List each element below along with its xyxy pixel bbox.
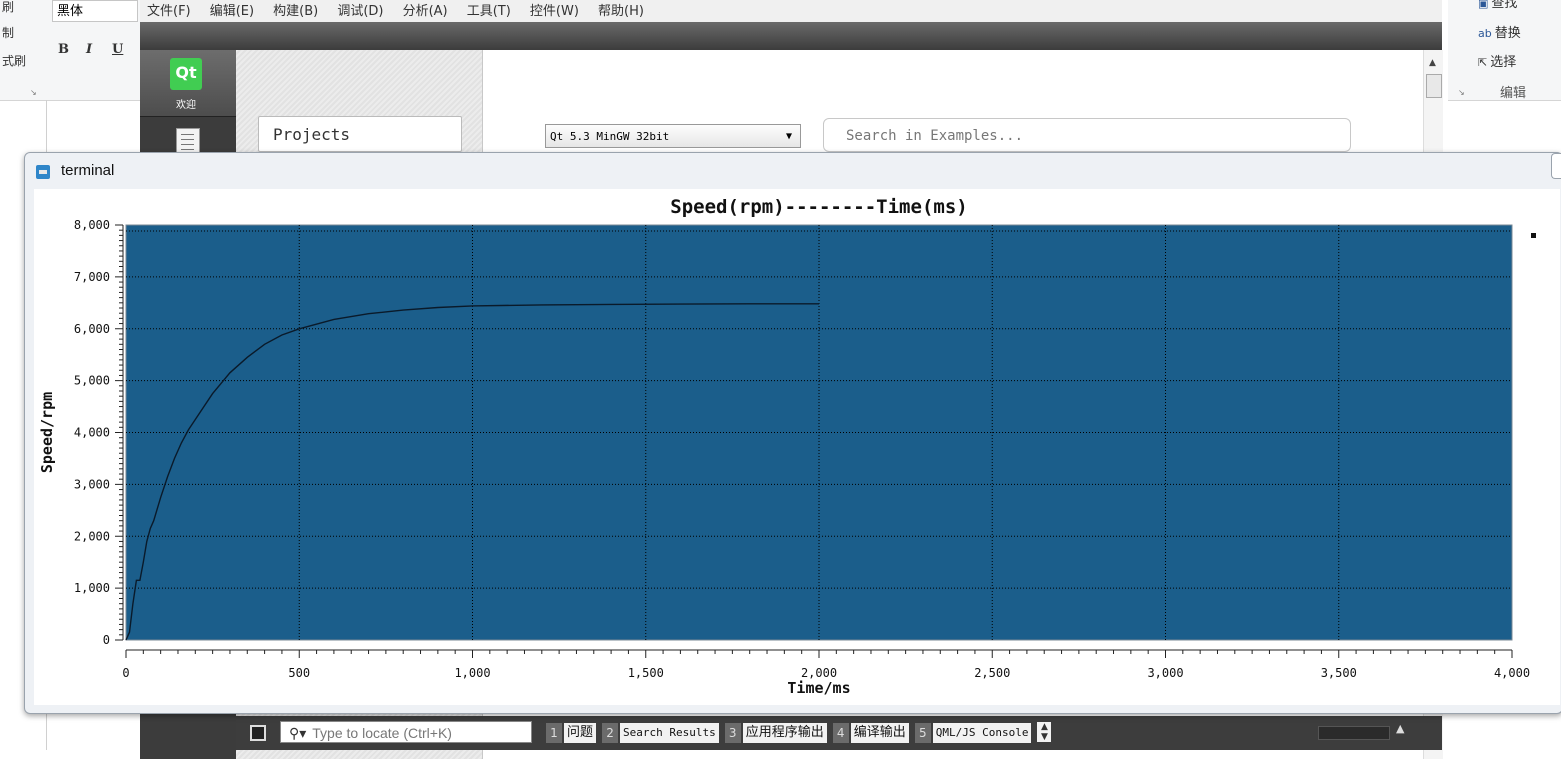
terminal-title: terminal [61, 162, 115, 179]
menu-tools[interactable]: 工具(T) [467, 5, 511, 18]
replace-button[interactable]: ab 替换 [1478, 22, 1521, 41]
select-button[interactable]: ⇱ 选择 [1478, 51, 1516, 70]
qt-toolbar [140, 22, 1442, 50]
menu-edit[interactable]: 编辑(E) [210, 5, 254, 18]
qt-logo-icon: Qt [170, 58, 202, 90]
word-ribbon-left: 刷 制 式刷 黑体 B I U ↘ [0, 0, 140, 101]
terminal-titlebar[interactable]: terminal [25, 153, 1561, 189]
legend-marker [1531, 233, 1536, 238]
menu-debug[interactable]: 调试(D) [337, 5, 383, 18]
underline-button[interactable]: U [112, 42, 123, 57]
chevron-down-icon: ▼ [785, 131, 792, 142]
projects-button[interactable]: Projects [258, 116, 462, 152]
output-tab-app-output[interactable]: 3 应用程序输出 [724, 722, 827, 744]
x-tick-label: 0 [122, 666, 129, 680]
format-painter-label[interactable]: 式刷 [2, 52, 26, 69]
menu-window[interactable]: 控件(W) [530, 5, 579, 18]
y-axis-label: Speed/rpm [38, 392, 56, 473]
y-tick-label: 0 [103, 633, 110, 647]
y-tick-label: 5,000 [74, 374, 110, 388]
cursor-icon: ⇱ [1478, 56, 1488, 69]
x-tick-label: 3,000 [1147, 666, 1183, 680]
terminal-app-icon [36, 165, 50, 179]
locate-input[interactable]: ⚲▾ Type to locate (Ctrl+K) [280, 721, 532, 743]
tab-number: 1 [546, 723, 562, 743]
y-tick-label: 3,000 [74, 477, 110, 491]
output-tab-compile-output[interactable]: 4 编译输出 [832, 722, 909, 744]
x-axis-label: Time/ms [787, 679, 850, 697]
copy-label[interactable]: 制 [2, 24, 14, 41]
menu-analyze[interactable]: 分析(A) [403, 5, 448, 18]
terminal-window: terminal Speed(rpm)--------Time(ms) 0 1,00… [24, 152, 1561, 714]
build-progress-bar [1318, 726, 1390, 740]
caret-up-icon[interactable]: ▲ [1396, 722, 1404, 735]
x-tick-label: 2,500 [974, 666, 1010, 680]
menu-build[interactable]: 构建(B) [273, 5, 318, 18]
tabs-updown-icon[interactable]: ▲ ▼ [1037, 722, 1052, 742]
tab-label: 问题 [564, 723, 597, 743]
y-tick-label: 7,000 [74, 270, 110, 284]
qt-menubar: 文件(F) 编辑(E) 构建(B) 调试(D) 分析(A) 工具(T) 控件(W… [140, 0, 1442, 23]
dialog-launcher-icon[interactable]: ↘ [30, 88, 37, 97]
search-icon: ⚲▾ [289, 725, 307, 741]
chart-title: Speed(rpm)--------Time(ms) [670, 196, 967, 218]
x-tick-label: 4,000 [1494, 666, 1530, 680]
tab-label: 应用程序输出 [742, 723, 827, 743]
x-tick-label: 2,000 [801, 666, 837, 680]
replace-icon: ab [1478, 27, 1492, 40]
kit-select-value: Qt 5.3 MinGW 32bit [550, 130, 670, 143]
tab-label: QML/JS Console [932, 723, 1032, 743]
y-tick-label: 6,000 [74, 322, 110, 336]
scroll-up-icon[interactable]: ▲ [1429, 58, 1436, 68]
output-pane-bar: ⚲▾ Type to locate (Ctrl+K) 1 问题 2 Search Re… [236, 716, 1442, 750]
x-tick-label: 3,500 [1321, 666, 1357, 680]
tab-number: 5 [914, 723, 931, 743]
font-name-select[interactable]: 黑体 [52, 0, 138, 22]
find-icon: ▣ [1478, 0, 1489, 10]
replace-label: 替换 [1494, 26, 1521, 41]
output-tab-qml-console[interactable]: 5 QML/JS Console [914, 722, 1032, 744]
tab-label: Search Results [620, 723, 719, 743]
output-tab-issues[interactable]: 1 问题 [546, 722, 597, 744]
word-ribbon-right: ▣ 查找 ab 替换 ⇱ 选择 编辑 ↘ [1448, 0, 1561, 101]
x-tick-label: 500 [288, 666, 310, 680]
menu-file[interactable]: 文件(F) [147, 5, 191, 18]
y-tick-label: 1,000 [74, 581, 110, 595]
find-label: 查找 [1491, 0, 1518, 11]
tab-number: 3 [724, 723, 741, 743]
y-tick-label: 4,000 [74, 426, 110, 440]
y-tick-label: 2,000 [74, 529, 110, 543]
mode-welcome[interactable]: Qt 欢迎 [140, 50, 236, 117]
tab-number: 2 [602, 723, 619, 743]
speed-time-chart: Speed(rpm)--------Time(ms) 0 1,000 2,000 3,0… [38, 196, 1536, 697]
x-tick-label: 1,000 [454, 666, 490, 680]
search-examples-input[interactable]: Search in Examples... [823, 118, 1351, 152]
select-label: 选择 [1490, 55, 1517, 70]
kit-select[interactable]: Qt 5.3 MinGW 32bit ▼ [545, 124, 801, 148]
format-painter-label-1: 刷 [2, 0, 15, 14]
toggle-sidebar-icon[interactable] [250, 725, 266, 741]
locate-placeholder: Type to locate (Ctrl+K) [312, 725, 452, 741]
editing-group-label: 编辑 [1500, 86, 1527, 101]
terminal-body: Speed(rpm)--------Time(ms) 0 1,000 2,000 3,0… [34, 189, 1560, 705]
terminal-window-control[interactable] [1551, 153, 1561, 179]
scroll-thumb[interactable] [1426, 74, 1442, 98]
bold-button[interactable]: B [58, 42, 69, 57]
tab-number: 4 [832, 723, 849, 743]
dialog-launcher-icon[interactable]: ↘ [1458, 88, 1465, 97]
menu-help[interactable]: 帮助(H) [598, 5, 644, 18]
italic-button[interactable]: I [86, 42, 92, 57]
y-tick-label: 8,000 [74, 218, 110, 232]
mode-welcome-label: 欢迎 [176, 100, 196, 111]
output-tabs: 1 问题 2 Search Results 3 应用程序输出 4 编译输出 5 QML/J… [546, 722, 1052, 744]
find-button[interactable]: ▣ 查找 [1478, 0, 1517, 11]
output-tab-search-results[interactable]: 2 Search Results [602, 722, 719, 744]
tab-label: 编译输出 [850, 723, 909, 743]
x-tick-label: 1,500 [628, 666, 664, 680]
